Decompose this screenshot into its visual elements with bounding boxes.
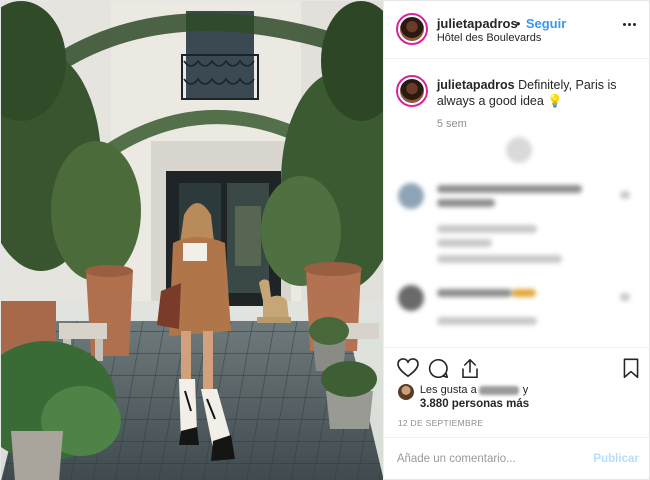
likes-avatar[interactable] (397, 384, 414, 400)
post-photo[interactable] (1, 1, 383, 480)
post-date: 12 DE SEPTIEMBRE (397, 418, 484, 428)
header-separator: • (515, 16, 521, 31)
likes-count[interactable]: 3.880 personas más (420, 398, 529, 410)
caption-username[interactable]: julietapadros (437, 78, 515, 92)
instagram-post: julietapadros • Seguir Hôtel des Bouleva… (0, 0, 650, 480)
lightbulb-emoji-icon: 💡 (547, 94, 563, 108)
header-username[interactable]: julietapadros (437, 16, 518, 31)
post-sidebar: julietapadros • Seguir Hôtel des Bouleva… (382, 1, 650, 480)
blurred-reply-badge (504, 135, 534, 165)
follow-button[interactable]: Seguir (526, 16, 566, 31)
heart-icon[interactable] (396, 358, 419, 378)
more-options-icon[interactable] (622, 23, 637, 27)
comment-bar: Añade un comentario... Publicar (383, 437, 650, 480)
caption-avatar[interactable] (395, 75, 428, 107)
comment-icon[interactable] (428, 358, 449, 379)
location-link[interactable]: Hôtel des Boulevards (437, 32, 542, 44)
likes-prefix: Les gusta a (419, 384, 477, 396)
caption: julietapadros Definitely, Paris is alway… (437, 77, 637, 109)
action-bar (383, 347, 650, 387)
caption-time: 5 sem (436, 118, 467, 130)
likes-suffix: y (522, 384, 529, 396)
courtyard-photo-illustration (1, 1, 383, 480)
share-icon[interactable] (460, 358, 480, 379)
blurred-username (478, 385, 519, 395)
likes-line: Les gusta a y (420, 384, 528, 396)
bookmark-icon[interactable] (623, 358, 639, 379)
avatar[interactable] (395, 13, 428, 45)
comment-input[interactable]: Añade un comentario... (397, 453, 516, 465)
blurred-comment-2 (384, 279, 650, 339)
post-header: julietapadros • Seguir Hôtel des Bouleva… (383, 1, 650, 59)
publish-button[interactable]: Publicar (593, 453, 638, 465)
blurred-comment-1 (384, 177, 650, 267)
